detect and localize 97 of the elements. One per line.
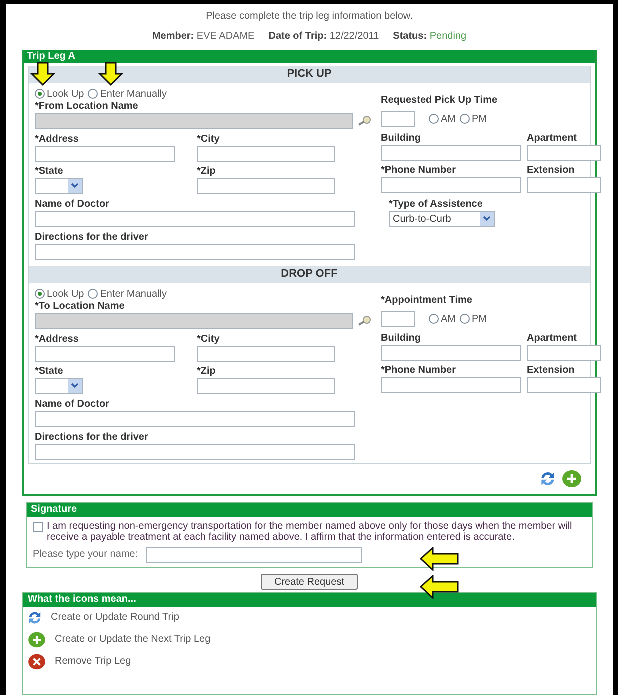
- field-label: Extension: [527, 365, 576, 377]
- input-field[interactable]: [35, 411, 355, 427]
- radio-option[interactable]: AM: [429, 312, 456, 326]
- down-arrow-icon: [98, 62, 124, 86]
- down-arrow-icon: [30, 62, 56, 86]
- field-label: *Zip: [197, 366, 217, 378]
- input-field[interactable]: [381, 177, 521, 193]
- input-field[interactable]: [197, 178, 335, 194]
- input-field[interactable]: [381, 377, 521, 393]
- trip-date: Date of Trip: 12/22/2011: [268, 30, 380, 44]
- field-label: *City: [197, 334, 221, 346]
- field-label: *Phone Number: [381, 165, 458, 177]
- panel-title: Signature: [27, 503, 592, 517]
- left-arrow-icon: [420, 575, 460, 599]
- field-label: Name of Doctor: [35, 399, 110, 411]
- field-label: *From Location Name: [35, 101, 140, 113]
- dropdown-field[interactable]: [35, 378, 83, 394]
- checkbox[interactable]: [33, 522, 43, 532]
- radio-icon[interactable]: [35, 89, 45, 99]
- chevron-down-icon: [68, 379, 82, 393]
- refresh-icon[interactable]: [27, 610, 43, 626]
- name-field[interactable]: [146, 547, 362, 563]
- radio-icon[interactable]: [88, 289, 98, 299]
- radio-option[interactable]: AM: [429, 112, 456, 126]
- field-label: Name of Doctor: [35, 199, 110, 211]
- input-field[interactable]: [527, 177, 601, 193]
- add-icon[interactable]: [27, 632, 47, 648]
- input-field[interactable]: [197, 378, 335, 394]
- radio-option[interactable]: Look Up: [35, 86, 84, 102]
- refresh-icon[interactable]: [539, 470, 557, 488]
- field-label: Building: [381, 333, 422, 345]
- legend-label: Create or Update Round Trip: [51, 611, 180, 625]
- left-arrow-icon: [420, 547, 460, 571]
- input-field[interactable]: [35, 146, 175, 162]
- radio-option[interactable]: PM: [460, 112, 487, 126]
- create-request-button[interactable]: Create Request: [261, 574, 358, 590]
- field-label: Please type your name:: [33, 549, 138, 561]
- input-field[interactable]: [35, 444, 355, 460]
- radio-option[interactable]: Enter Manually: [88, 86, 167, 102]
- field-label: *City: [197, 134, 221, 146]
- field-label: Apartment: [527, 133, 578, 145]
- chevron-down-icon: [68, 179, 82, 193]
- location-field[interactable]: [35, 313, 353, 329]
- field-label: *Address: [35, 134, 80, 146]
- field-label: *State: [35, 366, 64, 378]
- input-field[interactable]: [35, 346, 175, 362]
- radio-icon[interactable]: [460, 114, 470, 124]
- input-field[interactable]: [197, 346, 335, 362]
- search-icon[interactable]: [357, 315, 373, 327]
- panel-title: What the icons mean...: [23, 593, 596, 607]
- statement-text: I am requesting non-emergency transportation for the member named above only for those days when the member will receive a payable treatment at each facility named above. I affirm that the information entered is accurate.: [47, 521, 574, 543]
- search-icon[interactable]: [357, 115, 373, 127]
- input-field[interactable]: [35, 244, 355, 260]
- section-header: DROP OFF: [29, 266, 590, 283]
- radio-icon[interactable]: [88, 89, 98, 99]
- radio-icon[interactable]: [429, 114, 439, 124]
- input-field[interactable]: [35, 211, 355, 227]
- field-label: Apartment: [527, 333, 578, 345]
- legend-label: Create or Update the Next Trip Leg: [55, 633, 211, 647]
- field-label: Building: [381, 133, 422, 145]
- radio-option[interactable]: PM: [460, 312, 487, 326]
- input-field[interactable]: [381, 345, 521, 361]
- input-field[interactable]: [381, 145, 521, 161]
- field-label: Requested Pick Up Time: [381, 95, 499, 107]
- input-field[interactable]: [527, 377, 601, 393]
- radio-icon[interactable]: [460, 314, 470, 324]
- location-field[interactable]: [35, 113, 353, 129]
- field-label: Directions for the driver: [35, 232, 150, 244]
- dropdown-field[interactable]: Curb-to-Curb: [389, 211, 495, 227]
- trip-status: Status: Pending: [393, 30, 467, 44]
- input-field[interactable]: [197, 146, 335, 162]
- field-label: *Phone Number: [381, 365, 458, 377]
- input-field[interactable]: [527, 145, 601, 161]
- radio-option[interactable]: Look Up: [35, 286, 84, 302]
- radio-option[interactable]: Enter Manually: [88, 286, 167, 302]
- legend-label: Remove Trip Leg: [55, 655, 132, 669]
- field-label: *Address: [35, 334, 80, 346]
- remove-icon[interactable]: [27, 654, 47, 670]
- dropdown-field[interactable]: [35, 178, 83, 194]
- chevron-down-icon: [480, 212, 494, 226]
- field-label: Extension: [527, 165, 576, 177]
- panel-title: Trip Leg A: [24, 50, 595, 63]
- radio-icon[interactable]: [429, 314, 439, 324]
- field-label: *Type of Assistence: [389, 199, 484, 211]
- radio-icon[interactable]: [35, 289, 45, 299]
- instruction-text: Please complete the trip leg information below.: [205, 10, 414, 24]
- time-field[interactable]: [381, 311, 415, 327]
- input-field[interactable]: [527, 345, 601, 361]
- field-label: *Zip: [197, 166, 217, 178]
- field-label: *Appointment Time: [381, 295, 474, 307]
- add-icon[interactable]: [561, 470, 583, 488]
- field-label: *To Location Name: [35, 301, 126, 313]
- member-info: Member: EVE ADAME: [152, 30, 255, 44]
- field-label: Directions for the driver: [35, 432, 150, 444]
- field-label: *State: [35, 166, 64, 178]
- time-field[interactable]: [381, 111, 415, 127]
- section-header: PICK UP: [29, 66, 590, 83]
